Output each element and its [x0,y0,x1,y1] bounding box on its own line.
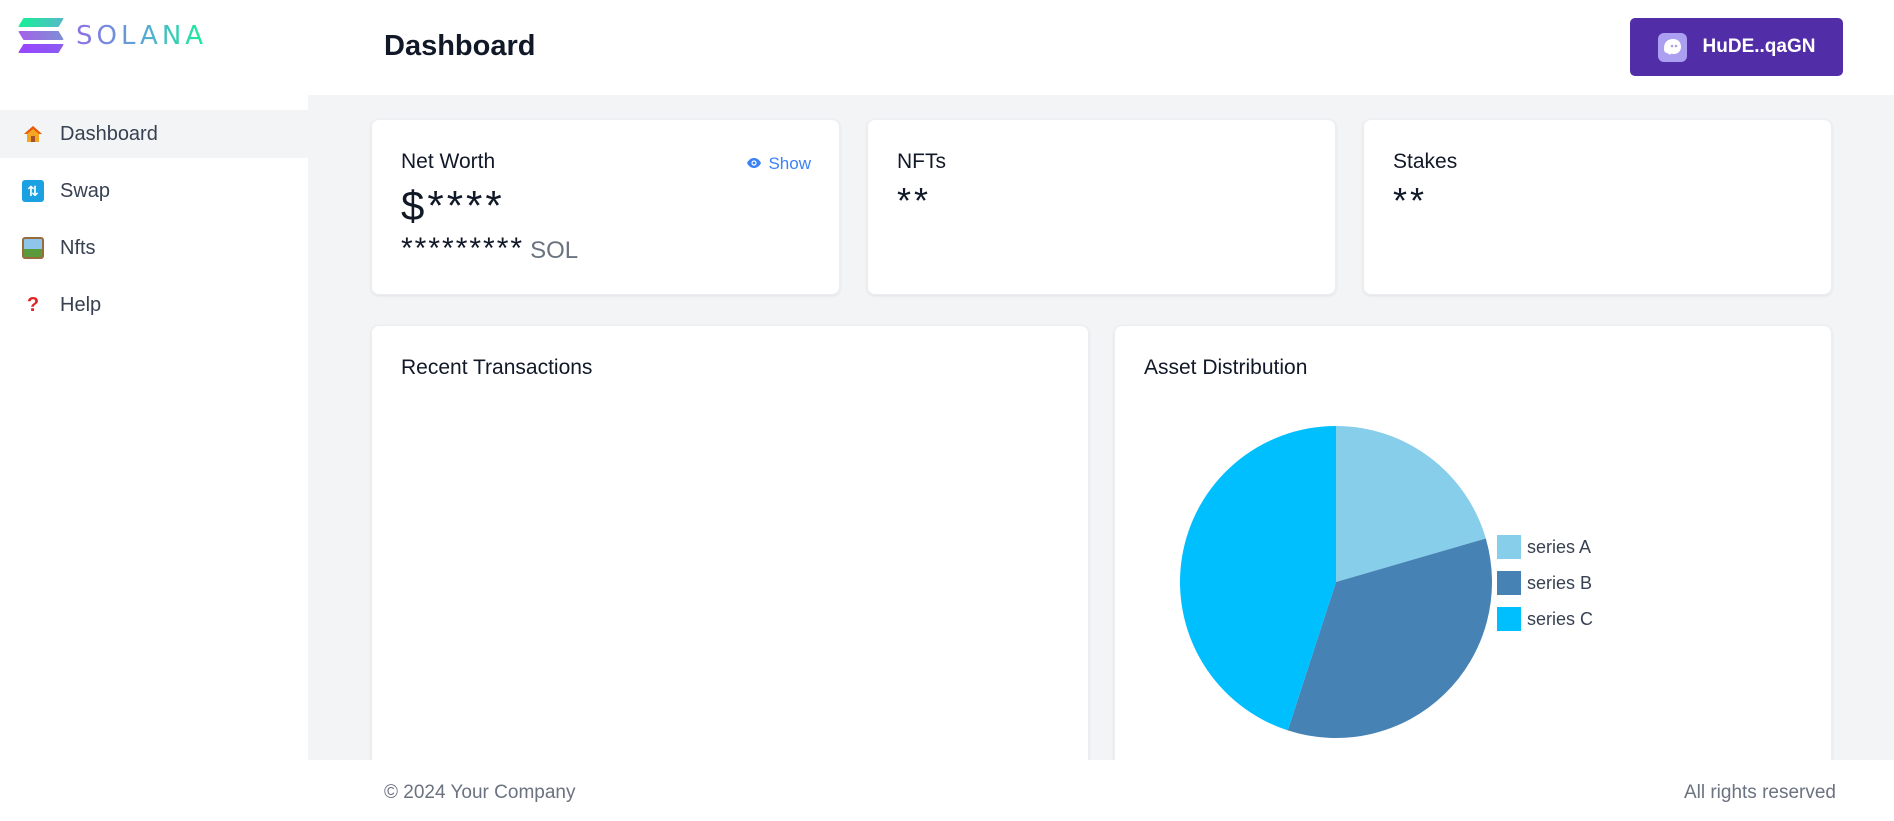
phantom-ghost-icon [1657,32,1687,62]
picture-icon [22,237,44,259]
solana-logo-icon [18,18,64,54]
sidebar-item-help[interactable]: ? Help [0,281,308,329]
solana-logo[interactable]: SOLANA [18,18,207,54]
page-title: Dashboard [384,30,536,62]
sidebar-nav: Dashboard ⇅ Swap Nfts ? Help [0,110,308,338]
sol-balance-value: ********* [401,232,525,265]
rights-text: All rights reserved [1683,782,1836,803]
sol-unit: SOL [530,237,579,264]
home-icon [22,123,44,145]
footer: © 2024 Your Company All rights reserved [308,760,1894,821]
asset-distribution-chart: series A series B series C [1180,426,1593,738]
net-worth-title: Net Worth [401,150,496,173]
legend-swatch [1497,571,1521,595]
sidebar-item-swap[interactable]: ⇅ Swap [0,167,308,215]
sidebar: SOLANA Dashboard ⇅ Swap Nfts ? Help [0,0,308,821]
legend-swatch [1497,535,1521,559]
wallet-address: HuDE..qaGN [1702,36,1816,57]
sidebar-item-label: Nfts [60,236,96,259]
legend-label: series A [1527,537,1591,557]
net-worth-value: $**** [401,182,505,229]
logo-text: SOLANA [76,21,208,51]
sol-balance: ********* SOL [401,232,578,266]
asset-distribution-card: Asset Distribution series Aseries Bserie… [1114,325,1832,760]
show-balance-button[interactable]: Show [746,154,811,174]
legend-label: series C [1527,609,1593,629]
question-icon: ? [26,293,40,316]
nfts-card: NFTs ** [867,119,1336,295]
swap-icon: ⇅ [22,180,44,202]
stakes-card: Stakes ** [1363,119,1832,295]
legend-label: series B [1527,573,1592,593]
recent-transactions-title: Recent Transactions [401,356,593,379]
eye-icon [746,154,762,174]
main-content: Net Worth Show $**** ********* SOL NFTs *… [308,95,1894,760]
stakes-value: ** [1393,180,1428,221]
sidebar-item-dashboard[interactable]: Dashboard [0,110,308,158]
header: Dashboard HuDE..qaGN [308,0,1894,95]
copyright-text: © 2024 Your Company [384,782,576,803]
nfts-title: NFTs [897,150,946,173]
recent-transactions-card: Recent Transactions [371,325,1089,760]
net-worth-card: Net Worth Show $**** ********* SOL [371,119,840,295]
sidebar-item-label: Help [60,293,102,316]
sidebar-item-nfts[interactable]: Nfts [0,224,308,272]
sidebar-item-label: Swap [60,179,111,202]
legend-swatch [1497,607,1521,631]
wallet-button[interactable]: HuDE..qaGN [1630,18,1843,76]
stakes-title: Stakes [1393,150,1458,173]
sidebar-item-label: Dashboard [60,122,158,145]
nfts-value: ** [897,180,932,221]
show-label: Show [768,154,811,173]
